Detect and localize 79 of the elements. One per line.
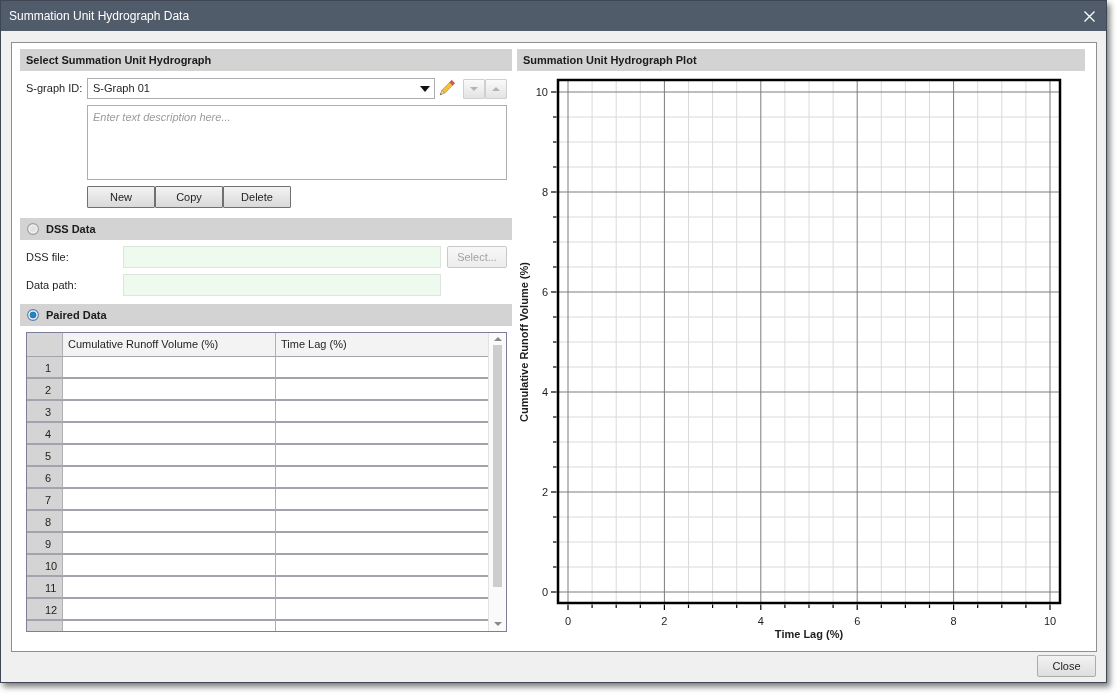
- field-label: DSS file:: [25, 249, 70, 265]
- scrollbar-thumb[interactable]: [493, 345, 502, 587]
- table-cell[interactable]: [275, 577, 488, 599]
- table-cell[interactable]: [62, 577, 275, 599]
- window-title: Summation Unit Hydrograph Data: [9, 8, 190, 25]
- table-cell[interactable]: [62, 423, 275, 445]
- axis-tick-label: 10: [535, 86, 548, 98]
- scroll-up-icon[interactable]: [493, 337, 502, 341]
- table-cell[interactable]: [275, 599, 488, 621]
- row-header: 11: [27, 577, 62, 599]
- table-cell[interactable]: [62, 555, 275, 577]
- table-corner: [27, 333, 62, 357]
- row-header: 9: [27, 533, 62, 555]
- row-header: 12: [27, 599, 62, 621]
- section-header: Summation Unit Hydrograph Plot: [517, 49, 1085, 71]
- axis-tick-label: 2: [661, 615, 668, 627]
- close-button[interactable]: Close: [1037, 655, 1096, 677]
- row-header: 2: [27, 379, 62, 401]
- table-cell[interactable]: [62, 599, 275, 621]
- table-cell[interactable]: [275, 357, 488, 379]
- table-cell[interactable]: [62, 401, 275, 423]
- axis-tick-label: 0: [564, 615, 572, 627]
- table-cell[interactable]: [62, 533, 275, 555]
- action-button[interactable]: New: [87, 186, 155, 208]
- table-cell[interactable]: [275, 401, 488, 423]
- table-cell[interactable]: [275, 445, 488, 467]
- axis-title: Cumulative Runoff Volume (%): [518, 262, 530, 422]
- table-cell[interactable]: [275, 489, 488, 511]
- close-icon[interactable]: [1084, 10, 1095, 22]
- radio-button[interactable]: [27, 223, 39, 235]
- vertical-scrollbar[interactable]: [488, 333, 506, 631]
- table-cell[interactable]: [62, 511, 275, 533]
- table-cell[interactable]: [275, 533, 488, 555]
- table-cell[interactable]: [275, 467, 488, 489]
- table-cell[interactable]: [62, 357, 275, 379]
- axis-tick-label: 8: [541, 186, 548, 198]
- axis-tick-label: 4: [541, 386, 548, 398]
- row-header: 8: [27, 511, 62, 533]
- row-header: 5: [27, 445, 62, 467]
- axis-tick-label: 10: [1043, 615, 1057, 627]
- axis-title: Time Lag (%): [774, 628, 844, 640]
- row-header: 4: [27, 423, 62, 445]
- axis-tick-label: 4: [757, 615, 764, 627]
- row-header: [27, 621, 62, 631]
- axis-tick-label: 6: [541, 286, 548, 298]
- field-label: Data path:: [25, 277, 78, 293]
- description-field[interactable]: Enter text description here...: [87, 105, 507, 180]
- action-button[interactable]: Delete: [223, 186, 291, 208]
- table-cell[interactable]: [62, 467, 275, 489]
- table-cell[interactable]: [62, 489, 275, 511]
- axis-tick-label: 6: [854, 615, 861, 627]
- sgraph-dropdown[interactable]: S-Graph 01: [87, 78, 435, 99]
- radio-label[interactable]: DSS Data: [46, 220, 96, 238]
- column-header[interactable]: Cumulative Runoff Volume (%): [62, 333, 275, 357]
- section-header: Select Summation Unit Hydrograph: [20, 49, 512, 71]
- field-label: S-graph ID:: [25, 81, 84, 97]
- text-field[interactable]: [123, 246, 441, 268]
- axis-tick-label: 8: [950, 615, 957, 627]
- radio-label[interactable]: Paired Data: [46, 306, 107, 324]
- row-header: 1: [27, 357, 62, 379]
- table-cell[interactable]: [275, 511, 488, 533]
- axis-tick-label: 2: [541, 486, 548, 498]
- table-cell[interactable]: [62, 445, 275, 467]
- caret-icon[interactable]: [420, 85, 430, 92]
- action-button[interactable]: Copy: [155, 186, 223, 208]
- text-field[interactable]: [123, 274, 441, 296]
- table-cell[interactable]: [275, 555, 488, 577]
- table-cell[interactable]: [62, 379, 275, 401]
- row-header: 3: [27, 401, 62, 423]
- row-header: 7: [27, 489, 62, 511]
- scroll-down-icon[interactable]: [493, 622, 502, 626]
- axis-tick-label: 0: [541, 586, 548, 598]
- column-header[interactable]: Time Lag (%): [275, 333, 488, 357]
- row-header: 10: [27, 555, 62, 577]
- table-cell[interactable]: [275, 423, 488, 445]
- radio-button[interactable]: [27, 309, 39, 321]
- row-header: 6: [27, 467, 62, 489]
- table-cell[interactable]: [275, 379, 488, 401]
- pencil-icon[interactable]: [436, 78, 457, 99]
